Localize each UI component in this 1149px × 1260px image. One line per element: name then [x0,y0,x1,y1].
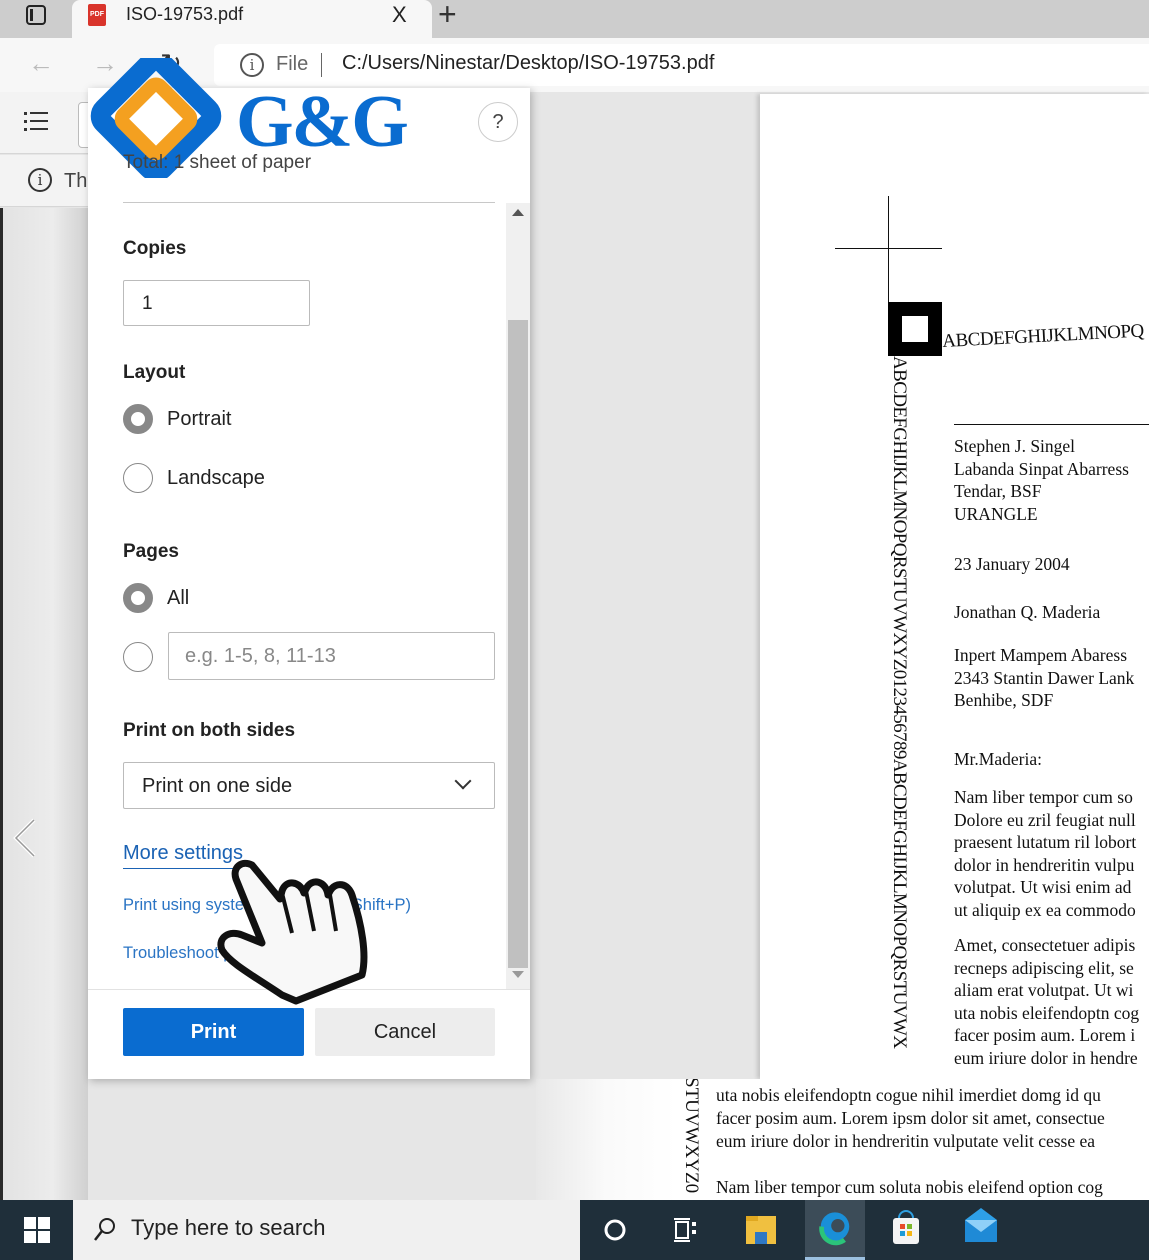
vertical-alphabet-strip: STUVWXYZ0 [681,1079,702,1194]
crop-mark-vertical [888,196,889,304]
sender-line: Labanda Sinpat Abarress [954,458,1129,479]
page-text: uta nobis eleifendoptn cogue nihil imerd… [716,1084,1105,1199]
pdf-file-icon: PDF [88,4,106,26]
portrait-radio[interactable] [123,404,153,434]
pages-all-radio[interactable] [123,583,153,613]
vertical-alphabet-strip: ABCDEFGHIJKLMNOPQRSTUVWXYZ0123456789ABCD… [889,356,910,1049]
help-button[interactable]: ? [478,102,518,142]
text-line: uta nobis eleifendoptn cog [954,1002,1140,1023]
tab-actions-icon[interactable] [22,3,50,29]
header-rule [954,424,1149,425]
text-line: ut aliquip ex ea commodo [954,899,1136,920]
back-icon[interactable]: ← [28,48,54,79]
copies-label: Copies [123,238,187,259]
left-pane [0,208,88,1200]
cortana-icon[interactable] [585,1200,645,1260]
sender-line: Tendar, BSF [954,481,1042,501]
text-line [716,1153,1105,1176]
pages-range-input[interactable]: e.g. 1-5, 8, 11-13 [168,632,495,680]
text-line: facer posim aum. Lorem i [954,1025,1136,1045]
portrait-label[interactable]: Portrait [167,408,231,431]
address-line: Inpert Mampem Abaress [954,645,1128,665]
mail-icon[interactable] [951,1200,1011,1260]
text-line: facer posim aum. Lorem ipsm dolor sit am… [716,1108,1105,1128]
tab-strip: PDF ISO-19753.pdf X + [0,0,1149,38]
layout-label: Layout [123,362,186,383]
text-line: Amet, consectetuer adipis [954,935,1136,955]
landscape-label[interactable]: Landscape [167,467,265,490]
previous-page-arrow-icon[interactable] [12,818,38,858]
tab-iso-pdf[interactable]: PDF ISO-19753.pdf X [72,0,432,38]
cancel-button[interactable]: Cancel [315,1008,495,1056]
scroll-down-icon[interactable] [512,971,524,978]
text-line: Dolore eu zril feugiat null [954,809,1136,830]
paragraph-1: Nam liber tempor cum so Dolore eu zril f… [954,786,1136,921]
microsoft-store-icon[interactable] [876,1200,936,1260]
text-line: Nam liber tempor cum soluta nobis eleife… [716,1177,1103,1197]
table-of-contents-icon[interactable] [24,112,50,132]
file-explorer-icon[interactable] [731,1200,791,1260]
registration-mark [888,302,942,356]
text-line: volutpat. Ut wisi enim ad [954,877,1132,897]
hand-pointer-icon [217,859,368,1005]
copies-input[interactable]: 1 [123,280,310,326]
crop-mark-horizontal [835,248,942,249]
text-line: praesent lutatum ril lobort [954,832,1137,852]
info-bar-text: Th [64,170,88,192]
close-tab-icon[interactable]: X [392,2,407,28]
text-line: dolor in hendreritin vulpu [954,854,1135,875]
info-icon: i [28,168,52,192]
duplex-value: Print on one side [142,775,293,797]
pages-label: Pages [123,541,179,562]
text-line: eum iriure dolor in hendre [954,1047,1138,1068]
text-line: recneps adipiscing elit, se [954,957,1134,978]
chevron-down-icon [454,772,472,790]
search-icon [94,1218,115,1241]
search-placeholder: Type here to search [131,1215,326,1240]
tab-title: ISO-19753.pdf [126,4,244,24]
pdf-page: ABCDEFGHIJKLMNOPQ ABCDEFGHIJKLMNOPQRSTUV… [760,94,1149,1079]
scrollbar-thumb[interactable] [508,320,528,968]
new-tab-button[interactable]: + [438,0,457,33]
text-line: aliam erat volutpat. Ut wi [954,980,1134,1000]
text-line: eum iriure dolor in hendreritin vulputat… [716,1131,1096,1151]
pages-all-label[interactable]: All [167,587,189,610]
recipient-name: Jonathan Q. Maderia [954,602,1101,622]
duplex-label: Print on both sides [123,720,296,741]
taskbar: Type here to search [0,1200,1149,1260]
horizontal-alphabet-strip: ABCDEFGHIJKLMNOPQ [941,320,1145,353]
pages-range-radio[interactable] [123,642,153,672]
sender-line: URANGLE [954,503,1038,524]
text-line: uta nobis eleifendoptn cogue nihil imerd… [716,1085,1101,1105]
recipient-address: Inpert Mampem Abaress 2343 Stantin Dawer… [954,644,1134,712]
landscape-radio[interactable] [123,463,153,493]
letter-date: 23 January 2004 [954,554,1070,574]
divider [123,202,495,203]
salutation: Mr.Maderia: [954,749,1042,769]
duplex-select[interactable]: Print on one side [123,762,495,809]
task-view-icon[interactable] [656,1200,716,1260]
pdf-page-lower: STUVWXYZ0 uta nobis eleifendoptn cogue n… [536,1079,1149,1200]
address-line: 2343 Stantin Dawer Lank [954,667,1135,688]
sender-line: Stephen J. Singel [954,436,1076,456]
text-line: Nam liber tempor cum so [954,787,1133,807]
dialog-scrollbar[interactable] [506,203,530,989]
address-line: Benhibe, SDF [954,690,1054,710]
print-button[interactable]: Print [123,1008,304,1056]
paragraph-2: Amet, consectetuer adipis recneps adipis… [954,934,1139,1069]
taskbar-search-box[interactable]: Type here to search [73,1200,580,1260]
sender-block: Stephen J. Singel Labanda Sinpat Abarres… [954,435,1129,525]
total-sheets-text: Total: 1 sheet of paper [123,152,312,173]
edge-icon[interactable] [805,1200,865,1260]
windows-start-icon[interactable] [24,1217,50,1243]
scroll-up-icon[interactable] [512,209,524,216]
